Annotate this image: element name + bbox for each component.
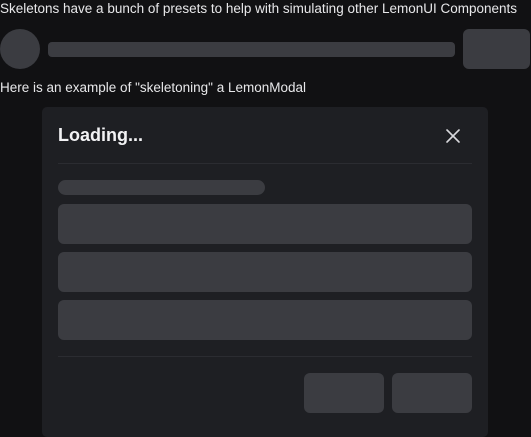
skeleton-avatar	[0, 29, 40, 69]
skeleton-footer-button	[304, 373, 384, 413]
modal-close-button[interactable]	[442, 125, 464, 147]
skeleton-text-line	[48, 42, 455, 57]
skeleton-field-label	[58, 180, 265, 195]
skeleton-footer-button	[392, 373, 472, 413]
skeleton-button	[463, 29, 530, 69]
example-caption: Here is an example of "skeletoning" a Le…	[0, 80, 307, 95]
skeleton-description: Skeletons have a bunch of presets to hel…	[0, 1, 518, 16]
modal-footer-divider	[58, 356, 472, 357]
close-icon	[446, 129, 460, 143]
modal-title: Loading...	[58, 125, 143, 145]
skeleton-input-field	[58, 300, 472, 340]
skeleton-input-field	[58, 252, 472, 292]
modal-header-divider	[58, 163, 472, 164]
skeleton-modal: Loading...	[42, 107, 488, 437]
skeleton-input-field	[58, 204, 472, 244]
